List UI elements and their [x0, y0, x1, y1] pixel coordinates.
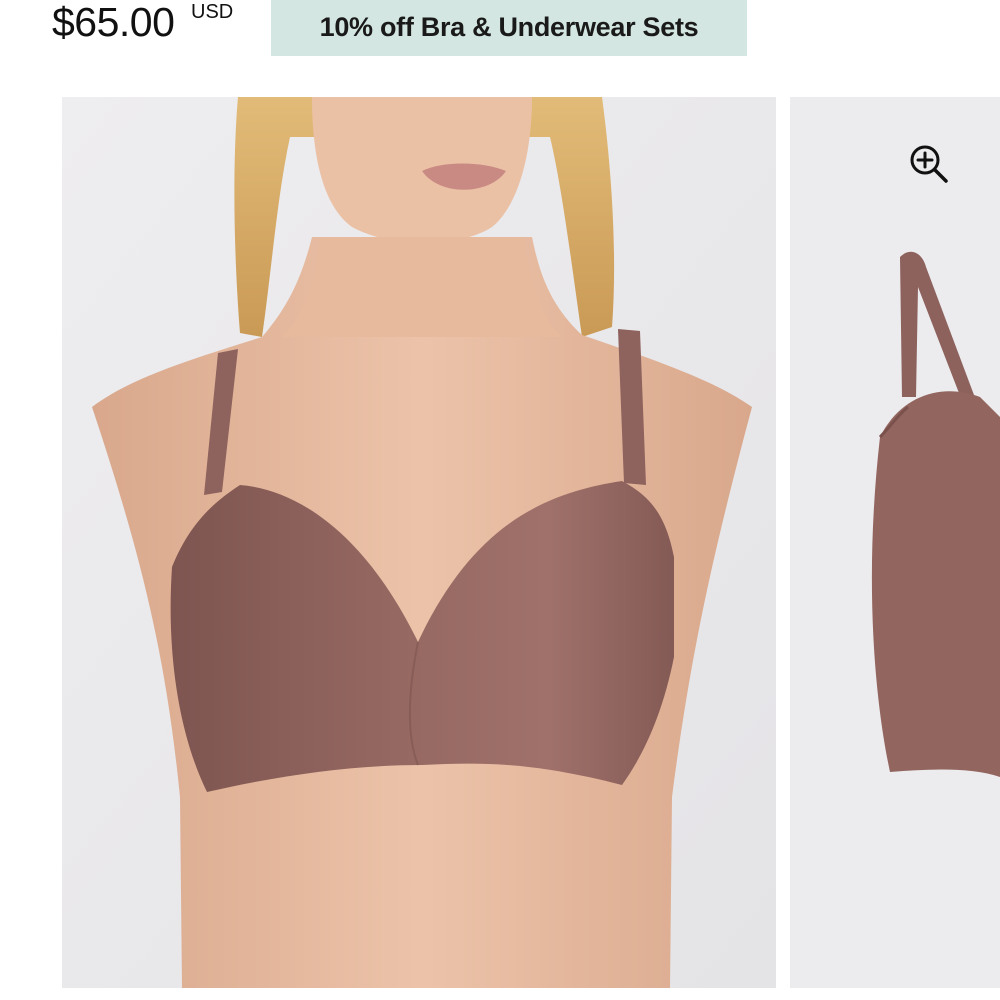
secondary-product-image[interactable] — [790, 97, 1000, 988]
price-row: $65.00 USD 10% off Bra & Underwear Sets — [0, 0, 1000, 90]
price-currency: USD — [191, 1, 234, 23]
bra-product-photo — [790, 97, 1000, 988]
zoom-in-icon — [910, 145, 948, 183]
main-product-image[interactable] — [62, 97, 776, 988]
promo-text: 10% off Bra & Underwear Sets — [319, 11, 699, 42]
product-price: $65.00 — [52, 0, 175, 45]
zoom-button[interactable] — [905, 140, 953, 188]
model-wearing-bra-photo — [62, 97, 776, 988]
promo-badge: 10% off Bra & Underwear Sets — [271, 0, 747, 56]
